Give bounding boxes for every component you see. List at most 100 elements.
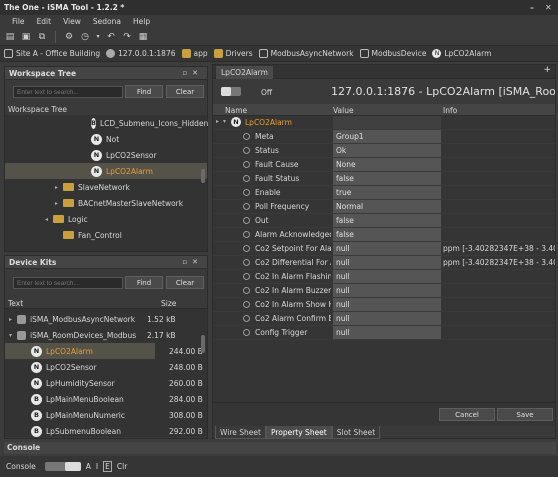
devicekits-search-input[interactable] xyxy=(13,277,123,289)
breadcrumb-drivers[interactable]: Drivers xyxy=(213,49,253,58)
workspace-clear-button[interactable]: Clear xyxy=(166,85,204,98)
property-row[interactable]: Status Ok xyxy=(213,144,555,158)
tree-item[interactable]: ▸ BACnetMasterSlaveNetwork xyxy=(5,195,207,211)
property-row[interactable]: Co2 Differential For Al...nullppm [-3.40… xyxy=(213,256,555,270)
col-name-header[interactable]: Name xyxy=(225,106,247,115)
close-icon[interactable]: ✕ xyxy=(545,3,552,12)
console-e-button[interactable]: E xyxy=(103,461,112,472)
breadcrumb-device[interactable]: ModbusDevice xyxy=(359,49,426,58)
property-row[interactable]: Poll Frequency Normal xyxy=(213,200,555,214)
breadcrumb-site[interactable]: Site A - Office Building xyxy=(4,49,100,58)
property-row[interactable]: Co2 Setpoint For Alarmnullppm [-3.402823… xyxy=(213,242,555,256)
property-row[interactable]: Co2 In Alarm Buzzer null xyxy=(213,284,555,298)
property-value[interactable]: null xyxy=(333,312,441,325)
property-value[interactable]: Normal xyxy=(333,200,441,213)
property-row[interactable]: Alarm Acknowledged false xyxy=(213,228,555,242)
grid-icon[interactable]: ▦ xyxy=(137,31,149,43)
list-item-selected[interactable]: N LpCO2Alarm 244.00 B xyxy=(5,343,203,359)
breadcrumb-component[interactable]: N LpCO2Alarm xyxy=(432,49,491,58)
list-item[interactable]: ▾ iSMA_RoomDevices_Modbus 2.17 kB xyxy=(5,327,207,343)
tab-slot-sheet[interactable]: Slot Sheet xyxy=(331,426,381,439)
save-all-icon[interactable]: ⧉ xyxy=(36,31,48,43)
tree-item[interactable]: N LpCO2Sensor xyxy=(5,147,207,163)
tree-item-selected[interactable]: N LpCO2Alarm xyxy=(5,163,207,179)
tree-item[interactable]: B LCD_Submenu_Icons_Hidden xyxy=(5,115,208,131)
console-i-button[interactable]: I xyxy=(96,462,98,471)
workspace-scrollbar[interactable] xyxy=(201,169,205,183)
minimize-icon[interactable]: – xyxy=(530,3,534,12)
console-toggle[interactable] xyxy=(44,462,81,471)
property-value[interactable]: true xyxy=(333,186,441,199)
property-row[interactable]: Fault Status false xyxy=(213,172,555,186)
property-row[interactable]: Co2 In Alarm Flashing ...null xyxy=(213,270,555,284)
devicekits-clear-button[interactable]: Clear xyxy=(166,276,204,289)
list-item[interactable]: B LpMainMenuBoolean 284.00 B xyxy=(5,391,207,407)
list-item[interactable]: N LpCO2Sensor 248.00 B xyxy=(5,359,207,375)
menu-view[interactable]: View xyxy=(63,17,81,26)
property-value[interactable]: Ok xyxy=(333,144,441,157)
menu-help[interactable]: Help xyxy=(133,17,150,26)
menu-edit[interactable]: Edit xyxy=(37,17,52,26)
add-tab-icon[interactable]: + xyxy=(543,65,551,75)
chevron-down-icon[interactable]: ▾ xyxy=(95,31,101,43)
menu-sedona[interactable]: Sedona xyxy=(93,17,121,26)
cancel-button[interactable]: Cancel xyxy=(439,408,495,421)
list-item[interactable]: B LpMainMenuNumeric 308.00 B xyxy=(5,407,207,423)
breadcrumb-host[interactable]: 127.0.0.1:1876 xyxy=(106,49,176,58)
breadcrumb-app[interactable]: app xyxy=(181,49,208,58)
tab-wire-sheet[interactable]: Wire Sheet xyxy=(215,426,266,439)
online-toggle[interactable] xyxy=(221,87,241,96)
property-value[interactable]: null xyxy=(333,298,441,311)
property-value[interactable]: None xyxy=(333,158,441,171)
devicekits-scrollbar[interactable] xyxy=(201,335,205,353)
console-a-button[interactable]: A xyxy=(86,462,91,471)
property-value[interactable]: null xyxy=(333,284,441,297)
menu-file[interactable]: File xyxy=(12,17,25,26)
tab-property-sheet[interactable]: Property Sheet xyxy=(265,426,332,439)
redo-icon[interactable]: ↷ xyxy=(121,31,133,43)
tree-item[interactable]: ◂ Logic xyxy=(5,211,207,227)
tree-item[interactable]: ▸ SlaveNetwork xyxy=(5,179,207,195)
breadcrumb-network[interactable]: ModbusAsyncNetwork xyxy=(258,49,354,58)
property-row[interactable]: Co2 Alarm Confirm En...null xyxy=(213,312,555,326)
workspace-find-button[interactable]: Find xyxy=(125,85,163,98)
col-text-header[interactable]: Text xyxy=(8,299,23,308)
col-value-header[interactable]: Value xyxy=(333,106,354,115)
settings-icon[interactable]: ⚙ xyxy=(63,31,75,43)
undo-icon[interactable]: ↶ xyxy=(105,31,117,43)
panel-controls-icon[interactable]: ▫✕ xyxy=(182,69,203,77)
save-button[interactable]: Save xyxy=(497,408,553,421)
property-value[interactable]: null xyxy=(333,256,441,269)
expand-icon[interactable]: ▸ xyxy=(216,118,219,125)
list-item[interactable]: B LpSubmenuBoolean 292.00 B xyxy=(5,423,207,439)
property-row[interactable]: Meta Group1 xyxy=(213,130,555,144)
property-value[interactable]: false xyxy=(333,172,441,185)
history-icon[interactable]: ◷ xyxy=(79,31,91,43)
property-row[interactable]: Out false xyxy=(213,214,555,228)
collapse-icon[interactable]: ◂ xyxy=(45,216,53,223)
property-row[interactable]: Config Trigger null xyxy=(213,326,555,340)
save-icon[interactable]: ▣ xyxy=(20,31,32,43)
console-clear-button[interactable]: Clr xyxy=(117,462,127,471)
property-value[interactable]: null xyxy=(333,326,441,339)
property-value[interactable]: false xyxy=(333,214,441,227)
workspace-search-input[interactable] xyxy=(13,86,123,98)
tree-item[interactable]: N Not xyxy=(5,131,207,147)
panel-controls-icon[interactable]: ▫✕ xyxy=(182,258,203,266)
expand-icon[interactable]: ▸ xyxy=(9,316,17,323)
devicekits-find-button[interactable]: Find xyxy=(125,276,163,289)
property-row[interactable]: Enable true xyxy=(213,186,555,200)
expand-icon[interactable]: ▸ xyxy=(55,184,63,191)
col-size-header[interactable]: Size xyxy=(161,299,176,308)
property-row[interactable]: Fault Cause None xyxy=(213,158,555,172)
tree-item[interactable]: Fan_Control xyxy=(5,227,207,243)
editor-tab[interactable]: LpCO2Alarm xyxy=(216,66,273,79)
expand-icon[interactable]: ▸ xyxy=(55,200,63,207)
property-root-row[interactable]: ▸ ▾ N LpCO2Alarm xyxy=(213,116,555,130)
property-value[interactable]: Group1 xyxy=(333,130,441,143)
collapse-icon[interactable]: ▾ xyxy=(9,332,17,339)
workspace-icon[interactable]: ▤ xyxy=(4,31,16,43)
property-value[interactable]: null xyxy=(333,242,441,255)
list-item[interactable]: N LpHumiditySensor 260.00 B xyxy=(5,375,207,391)
col-info-header[interactable]: Info xyxy=(443,106,457,115)
